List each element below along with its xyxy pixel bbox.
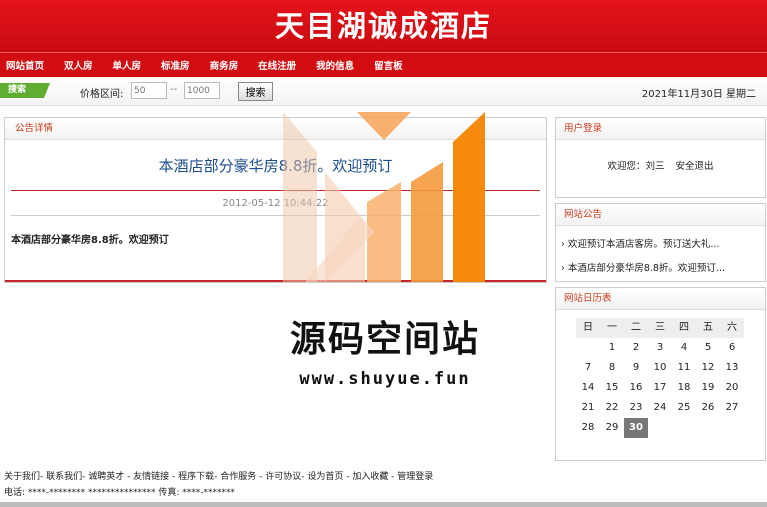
calendar-panel: 网站日历表 日一二三四五六 1 2 3 4 5 6 7 8 9 10 11 12 13 14 15 16 17 18… bbox=[555, 287, 766, 461]
calendar-day[interactable]: 30 bbox=[624, 418, 648, 438]
announce-section-title: 网站公告 bbox=[556, 204, 765, 226]
footer-bar bbox=[0, 502, 767, 507]
calendar-day[interactable]: 28 bbox=[576, 418, 600, 438]
calendar-day[interactable]: 14 bbox=[576, 378, 600, 398]
nav-register[interactable]: 在线注册 bbox=[258, 58, 296, 72]
search-tag: 搜索 bbox=[0, 83, 50, 98]
notice-detail-panel: 公告详情 本酒店部分豪华房8.8折。欢迎预订 2012-05-12 10:44:… bbox=[4, 117, 547, 283]
calendar-grid: 日一二三四五六 1 2 3 4 5 6 7 8 9 10 11 12 13 14 15 16 17 18 19 20 21… bbox=[576, 318, 765, 438]
calendar-day[interactable]: 13 bbox=[720, 358, 744, 378]
welcome-row: 欢迎您：刘三 安全退出 bbox=[556, 158, 765, 172]
notice-title: 本酒店部分豪华房8.8折。欢迎预订 bbox=[158, 157, 393, 175]
calendar-day[interactable]: 9 bbox=[624, 358, 648, 378]
calendar-day[interactable]: 8 bbox=[600, 358, 624, 378]
max-price-input[interactable] bbox=[184, 82, 220, 99]
login-panel: 用户登录 欢迎您：刘三 安全退出 bbox=[555, 117, 766, 198]
site-title: 天目湖诚成酒店 bbox=[274, 9, 492, 43]
calendar-day[interactable]: 26 bbox=[696, 398, 720, 418]
calendar-day[interactable]: 12 bbox=[696, 358, 720, 378]
min-price-input[interactable] bbox=[131, 82, 167, 99]
nav-guestbook[interactable]: 留言板 bbox=[374, 58, 403, 72]
watermark-text: 源码空间站 bbox=[289, 319, 480, 360]
calendar-day[interactable]: 4 bbox=[672, 338, 696, 358]
notice-date: 2012-05-12 10:44:22 bbox=[222, 198, 329, 209]
main-nav: 网站首页 双人房 单人房 标准房 商务房 在线注册 我的信息 留言板 bbox=[0, 52, 767, 77]
calendar-weekday: 日 bbox=[576, 318, 600, 338]
site-header: 天目湖诚成酒店 bbox=[0, 0, 767, 52]
watermark-url: www.shuyue.fun bbox=[299, 369, 471, 389]
calendar-weekday: 一 bbox=[600, 318, 624, 338]
divider bbox=[11, 190, 540, 191]
calendar-weekday: 五 bbox=[696, 318, 720, 338]
search-button[interactable]: 搜索 bbox=[238, 82, 273, 101]
calendar-day[interactable]: 5 bbox=[696, 338, 720, 358]
price-separator: -- bbox=[170, 84, 178, 95]
calendar-day[interactable]: 29 bbox=[600, 418, 624, 438]
footer-contact: 电话: ****-******** *************** 传真: **… bbox=[4, 488, 236, 498]
nav-standard-room[interactable]: 标准房 bbox=[161, 58, 190, 72]
calendar-day[interactable]: 15 bbox=[600, 378, 624, 398]
divider bbox=[5, 280, 546, 282]
calendar-day[interactable]: 11 bbox=[672, 358, 696, 378]
calendar-weekday: 四 bbox=[672, 318, 696, 338]
calendar-day[interactable]: 1 bbox=[600, 338, 624, 358]
calendar-day[interactable]: 22 bbox=[600, 398, 624, 418]
footer-links[interactable]: 关于我们- 联系我们- 诚聘英才 - 友情链接 - 程序下载- 合作服务 - 许… bbox=[4, 469, 433, 482]
price-range-label: 价格区间: bbox=[80, 89, 124, 100]
calendar-day[interactable]: 7 bbox=[576, 358, 600, 378]
calendar-day bbox=[576, 338, 600, 358]
calendar-day[interactable]: 17 bbox=[648, 378, 672, 398]
calendar-day[interactable]: 21 bbox=[576, 398, 600, 418]
announcement-link[interactable]: › 欢迎预订本酒店客房。预订送大礼... bbox=[561, 236, 765, 250]
search-bar: 搜索 价格区间: -- 搜索 2021年11月30日 星期二 bbox=[0, 77, 767, 106]
nav-double-room[interactable]: 双人房 bbox=[64, 58, 93, 72]
calendar-day[interactable]: 25 bbox=[672, 398, 696, 418]
calendar-day[interactable]: 18 bbox=[672, 378, 696, 398]
calendar-weekday: 三 bbox=[648, 318, 672, 338]
nav-home[interactable]: 网站首页 bbox=[6, 58, 44, 72]
nav-my-info[interactable]: 我的信息 bbox=[316, 58, 354, 72]
calendar-day[interactable]: 24 bbox=[648, 398, 672, 418]
calendar-day[interactable]: 10 bbox=[648, 358, 672, 378]
calendar-day[interactable]: 20 bbox=[720, 378, 744, 398]
nav-business-room[interactable]: 商务房 bbox=[210, 58, 239, 72]
current-date: 2021年11月30日 星期二 bbox=[641, 89, 756, 100]
calendar-weekday: 二 bbox=[624, 318, 648, 338]
calendar-section-title: 网站日历表 bbox=[556, 288, 765, 310]
login-section-title: 用户登录 bbox=[556, 118, 765, 140]
divider bbox=[11, 215, 540, 216]
notice-body: 本酒店部分豪华房8.8折。欢迎预订 bbox=[11, 235, 169, 246]
announcement-link[interactable]: › 本酒店部分豪华房8.8折。欢迎预订... bbox=[561, 260, 765, 274]
calendar-day[interactable]: 16 bbox=[624, 378, 648, 398]
welcome-text: 欢迎您：刘三 bbox=[607, 161, 665, 172]
notice-section-title: 公告详情 bbox=[5, 118, 546, 140]
calendar-day[interactable]: 6 bbox=[720, 338, 744, 358]
calendar-day[interactable]: 23 bbox=[624, 398, 648, 418]
announcement-panel: 网站公告 › 欢迎预订本酒店客房。预订送大礼... › 本酒店部分豪华房8.8折… bbox=[555, 203, 766, 282]
calendar-day[interactable]: 3 bbox=[648, 338, 672, 358]
calendar-weekday: 六 bbox=[720, 318, 744, 338]
calendar-day[interactable]: 27 bbox=[720, 398, 744, 418]
calendar-day[interactable]: 2 bbox=[624, 338, 648, 358]
calendar-day[interactable]: 19 bbox=[696, 378, 720, 398]
nav-single-room[interactable]: 单人房 bbox=[113, 58, 142, 72]
logout-link[interactable]: 安全退出 bbox=[676, 161, 714, 172]
